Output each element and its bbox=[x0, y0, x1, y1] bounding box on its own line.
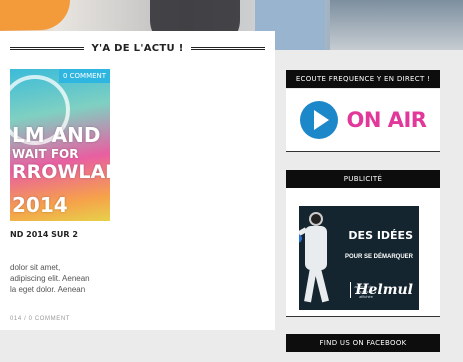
post-excerpt: dolor sit amet, adipiscing elit. Aenean … bbox=[10, 262, 130, 295]
ad-subline: POUR SE DÉMARQUER bbox=[344, 254, 413, 260]
ad-widget: DES IDÉES POUR SE DÉMARQUER agence de pu… bbox=[286, 188, 440, 317]
post-meta: 014 / 0 COMMENT bbox=[10, 316, 71, 322]
excerpt-line: la eget dolor. Aenean bbox=[10, 285, 86, 294]
on-air-player[interactable]: ON AIR bbox=[286, 89, 440, 152]
astronaut-head bbox=[309, 212, 323, 226]
ad-headline-line: DES IDÉES bbox=[348, 229, 413, 242]
play-icon[interactable] bbox=[299, 101, 338, 139]
banner-orange-shape bbox=[0, 0, 70, 30]
section-title: Y'A DE L'ACTU ! bbox=[91, 42, 184, 54]
banner-sky-shape bbox=[330, 0, 463, 50]
on-air-label: ON AIR bbox=[346, 108, 427, 132]
astronaut-leg bbox=[313, 267, 330, 303]
excerpt-line: dolor sit amet, bbox=[10, 263, 61, 272]
heading-rule-left bbox=[10, 46, 85, 50]
section-heading: Y'A DE L'ACTU ! bbox=[10, 41, 266, 55]
thumbnail-text-2: WAIT FOR bbox=[12, 147, 79, 161]
astronaut-ball bbox=[299, 234, 302, 243]
ad-headline: DES IDÉES bbox=[348, 230, 413, 242]
news-card: Y'A DE L'ACTU ! LM AND WAIT FOR RROWLAN … bbox=[0, 31, 275, 330]
ad-widget-title: PUBLICITÉ bbox=[286, 170, 440, 188]
thumbnail-text-3: RROWLAN bbox=[12, 161, 110, 183]
excerpt-line: adipiscing elit. Aenean bbox=[10, 274, 90, 283]
astronaut-body bbox=[305, 226, 327, 270]
astronaut-figure-graphic bbox=[299, 212, 343, 304]
ad-brand-logo: Helmul bbox=[350, 282, 413, 298]
comment-count-badge[interactable]: 0 COMMENT bbox=[59, 69, 110, 83]
post-title-link[interactable]: ND 2014 SUR 2 bbox=[10, 230, 78, 239]
heading-rule-right bbox=[190, 46, 266, 50]
thumbnail-text-1: LM AND bbox=[12, 123, 101, 147]
post-thumbnail[interactable]: LM AND WAIT FOR RROWLAN 2014 bbox=[10, 69, 110, 221]
thumbnail-text-4: 2014 bbox=[12, 193, 68, 217]
ad-banner[interactable]: DES IDÉES POUR SE DÉMARQUER agence de pu… bbox=[299, 206, 419, 310]
radio-widget-title: ECOUTE FREQUENCE Y EN DIRECT ! bbox=[286, 70, 440, 88]
facebook-widget-title: FIND US ON FACEBOOK bbox=[286, 334, 440, 352]
